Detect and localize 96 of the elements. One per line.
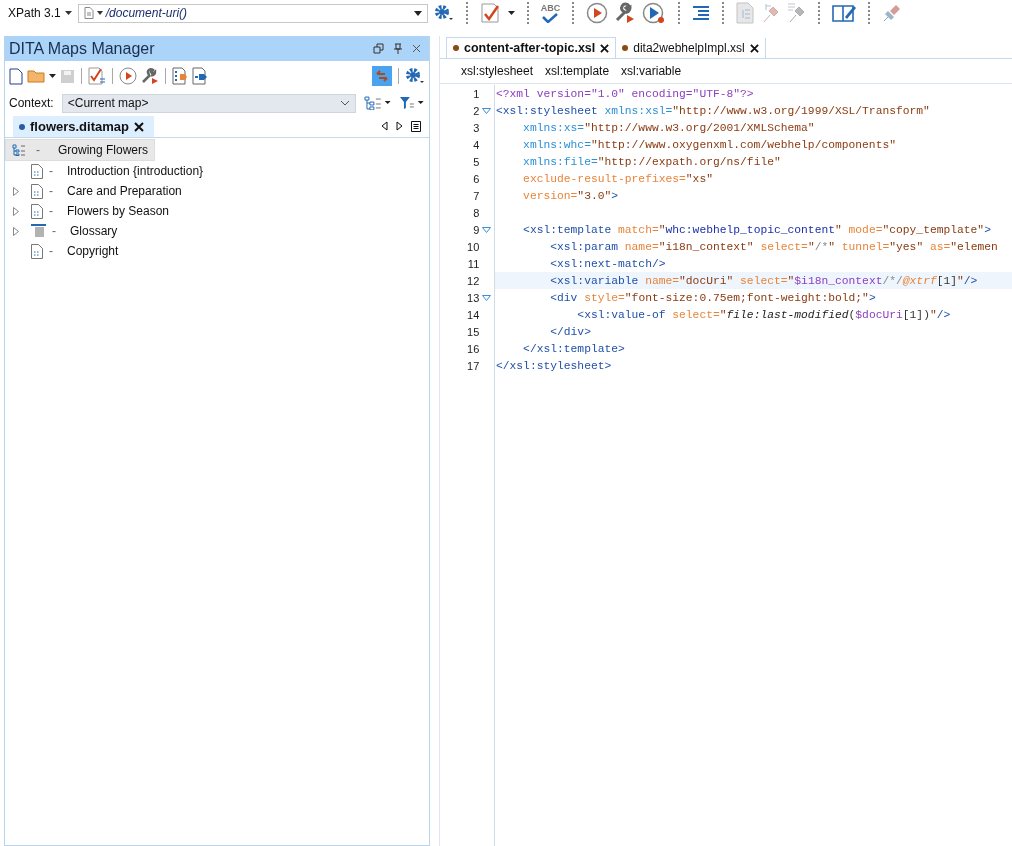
- line-number: 1: [472, 87, 480, 100]
- panel-title: DITA Maps Manager: [9, 39, 155, 58]
- line-number: 5: [472, 155, 480, 168]
- line-number: 7: [472, 189, 480, 202]
- context-dropdown[interactable]: <Current map>: [61, 93, 356, 113]
- fold-icon[interactable]: [482, 107, 492, 114]
- play-icon[interactable]: [119, 67, 137, 85]
- fold-icon[interactable]: [482, 226, 492, 233]
- restore-icon[interactable]: [373, 43, 384, 54]
- tree-item[interactable]: - Flowers by Season: [5, 201, 429, 221]
- line-number: 14: [466, 308, 480, 321]
- tree-item[interactable]: - Growing Flowers: [5, 139, 156, 161]
- line-number: 9: [472, 223, 480, 236]
- caret-icon[interactable]: [49, 74, 56, 78]
- code-line: <?xml version="1.0" encoding="UTF-8"?>: [495, 87, 754, 100]
- code-line: <xsl:template match="whc:webhelp_topic_content" mode="copy_template">: [522, 223, 991, 236]
- topic-icon: [31, 243, 43, 259]
- play-icon[interactable]: [586, 2, 609, 24]
- close-icon[interactable]: [749, 43, 759, 53]
- separator: -: [49, 184, 53, 198]
- caret-icon: [96, 11, 103, 15]
- debug-icon[interactable]: [642, 2, 667, 24]
- indent-icon[interactable]: [692, 5, 711, 21]
- line-number: 4: [472, 138, 480, 151]
- settings-icon[interactable]: [433, 4, 454, 22]
- settings-icon[interactable]: [405, 67, 425, 85]
- xpath-field[interactable]: /document-uri(): [77, 3, 428, 23]
- line-number: 2: [472, 104, 480, 117]
- caret-icon: [64, 11, 72, 15]
- separator: -: [49, 244, 53, 258]
- code-line: exclude-result-prefixes="xs": [522, 172, 713, 185]
- code-line: xmlns:xs="http://www.w3.org/2001/XMLSchema": [522, 121, 815, 134]
- document-icon: [83, 7, 94, 19]
- breadcrumb-item[interactable]: xsl:template: [545, 64, 610, 78]
- topic-icon: [31, 163, 43, 179]
- scroll-right-icon[interactable]: [396, 121, 403, 131]
- spell-check-button[interactable]: ABC: [540, 3, 561, 23]
- editor-tab[interactable]: content-after-topic.xsl: [446, 37, 617, 58]
- xpath-version-dropdown[interactable]: XPath 3.1: [8, 6, 72, 20]
- code-line: xmlns:whc="http://www.oxygenxml.com/webhelp/components": [522, 138, 896, 151]
- close-icon[interactable]: [600, 43, 610, 53]
- code-line: </xsl:stylesheet>: [495, 359, 612, 372]
- wrench-icon[interactable]: [141, 67, 159, 85]
- scroll-left-icon[interactable]: [381, 121, 388, 131]
- editor-tab[interactable]: dita2webhelpImpl.xsl: [616, 38, 766, 58]
- line-number: 6: [472, 172, 480, 185]
- tree-item[interactable]: - Introduction {introduction}: [5, 161, 429, 181]
- line-number: 11: [466, 257, 480, 270]
- separator: -: [52, 224, 56, 238]
- line-number: 13: [466, 291, 480, 304]
- book-edit-icon[interactable]: [832, 3, 857, 23]
- close-icon[interactable]: [133, 121, 144, 132]
- tree-view-icon[interactable]: [363, 96, 392, 110]
- chevron-down-icon: [339, 100, 350, 106]
- line-number: 12: [466, 274, 480, 287]
- line-number: 17: [466, 359, 480, 372]
- code-line: <div style="font-size:0.75em;font-weight:bold;">: [549, 291, 876, 304]
- breadcrumb-item[interactable]: xsl:stylesheet: [461, 64, 534, 78]
- code-line: </xsl:template>: [522, 342, 625, 355]
- filter-icon[interactable]: [399, 96, 425, 110]
- line-number: 16: [466, 342, 480, 355]
- map-export-icon[interactable]: [172, 67, 188, 85]
- separator: -: [36, 143, 40, 157]
- dropdown-icon: [413, 10, 422, 16]
- validate-icon[interactable]: [479, 2, 502, 24]
- glossary-icon: [31, 224, 46, 238]
- code-line: </div>: [549, 325, 591, 338]
- validate-icon[interactable]: [88, 67, 106, 85]
- line-number: 8: [472, 206, 480, 219]
- line-number: 10: [466, 240, 480, 253]
- new-file-icon[interactable]: [9, 67, 23, 85]
- breadcrumb-item[interactable]: xsl:variable: [621, 64, 682, 78]
- topic-icon: [31, 203, 43, 219]
- map-tab[interactable]: flowers.ditamap: [13, 116, 154, 137]
- fold-icon[interactable]: [482, 294, 492, 301]
- line-number: 3: [472, 121, 480, 134]
- context-label: Context:: [9, 96, 54, 110]
- separator: -: [49, 204, 53, 218]
- tree-item[interactable]: - Care and Preparation: [5, 181, 429, 201]
- pin-icon[interactable]: [393, 43, 403, 54]
- document-export-icon[interactable]: [192, 67, 208, 85]
- code-line: <xsl:value-of select="file:last-modified($docUri[1])"/>: [576, 308, 951, 321]
- separator: -: [49, 164, 53, 178]
- topic-icon: [31, 183, 43, 199]
- code-line: <xsl:param name="i18n_context" select="/*" tunnel="yes" as="elemen: [549, 240, 998, 253]
- line-number: 15: [466, 325, 480, 338]
- tree-item[interactable]: - Glossary: [5, 221, 429, 241]
- tree-item[interactable]: - Copyright: [5, 241, 429, 261]
- code-line: version="3.0">: [522, 189, 619, 202]
- map-icon: [12, 144, 26, 156]
- caret-icon[interactable]: [507, 11, 515, 15]
- code-line: <xsl:stylesheet xmlns:xsl="http://www.w3.org/1999/XSL/Transform": [495, 104, 930, 117]
- list-icon[interactable]: [411, 120, 421, 132]
- code-line: <xsl:next-match/>: [549, 257, 666, 270]
- code-line: xmlns:file="http://expath.org/ns/file": [522, 155, 781, 168]
- code-line: <xsl:variable name="docUri" select="$i18n_context/*/@xtrf[1]"/>: [549, 274, 978, 287]
